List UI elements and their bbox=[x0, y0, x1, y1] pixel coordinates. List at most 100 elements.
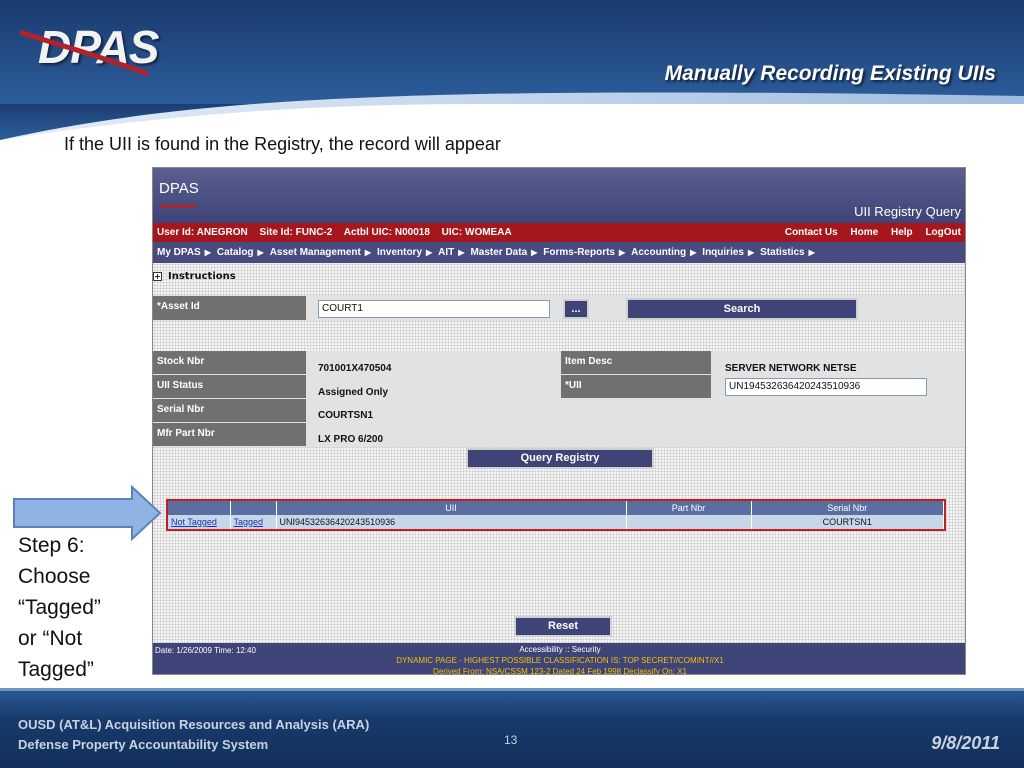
footer-org: OUSD (AT&L) Acquisition Resources and An… bbox=[18, 717, 370, 732]
dpas-logo: DPAS bbox=[18, 12, 159, 82]
col-header-part-nbr: Part Nbr bbox=[626, 501, 752, 515]
site-id: Site Id: FUNC-2 bbox=[259, 227, 333, 238]
menu-arrow-icon: ▶ bbox=[364, 248, 371, 257]
menu-arrow-icon: ▶ bbox=[618, 248, 626, 257]
menu-label: Statistics bbox=[760, 247, 805, 258]
step-line: Choose bbox=[18, 565, 91, 588]
step-line: “Tagged” bbox=[18, 596, 101, 619]
app-footer: Date: 1/26/2009 Time: 12:40 Accessibilit… bbox=[153, 643, 965, 675]
derived-from-text: Derived From: NSA/CSSM 123-2 Dated 24 Fe… bbox=[433, 667, 687, 675]
not-tagged-link[interactable]: Not Tagged bbox=[171, 517, 217, 527]
col-header-uii: UII bbox=[276, 501, 627, 515]
slide-header: DPAS Manually Recording Existing UIIs bbox=[0, 0, 1024, 140]
slide: DPAS Manually Recording Existing UIIs If… bbox=[0, 0, 1024, 768]
step-line: or “Not bbox=[18, 627, 83, 650]
results-table: UII Part Nbr Serial Nbr Not Tagged Tagge… bbox=[166, 499, 946, 531]
reset-button[interactable]: Reset bbox=[514, 616, 612, 637]
mfr-part-nbr-label: Mfr Part Nbr bbox=[153, 423, 306, 446]
menu-arrow-icon: ▶ bbox=[257, 248, 264, 257]
page-number: 13 bbox=[504, 733, 518, 747]
item-desc-value: SERVER NETWORK NETSE bbox=[725, 363, 857, 374]
app-content: + Instructions *Asset Id COURT1 ... Searc… bbox=[153, 263, 965, 643]
part-nbr-cell bbox=[626, 515, 752, 529]
instructions-label: Instructions bbox=[168, 271, 236, 282]
serial-nbr-cell: COURTSN1 bbox=[751, 515, 944, 529]
logo-swoosh-icon bbox=[19, 29, 149, 77]
uii-status-label: UII Status bbox=[153, 375, 306, 398]
menu-label: Inventory bbox=[377, 247, 423, 258]
not-tagged-cell: Not Tagged bbox=[168, 515, 231, 529]
menu-arrow-icon: ▶ bbox=[690, 248, 697, 257]
app-logo-swoosh-icon bbox=[159, 202, 197, 208]
item-desc-label: Item Desc bbox=[561, 351, 711, 374]
accessibility-security-links[interactable]: Accessibility :: Security bbox=[153, 645, 965, 654]
uii-cell: UNI94532636420243510936 bbox=[276, 515, 627, 529]
tagged-link[interactable]: Tagged bbox=[234, 517, 264, 527]
menu-inventory[interactable]: Inventory ▶ bbox=[377, 247, 432, 258]
step-line: Tagged” bbox=[18, 658, 94, 681]
col-header-serial-nbr: Serial Nbr bbox=[751, 501, 944, 515]
table-row: Not Tagged Tagged UNI9453263642024351093… bbox=[168, 515, 944, 529]
menu-forms-reports[interactable]: Forms-Reports ▶ bbox=[543, 247, 625, 258]
menu-label: AIT bbox=[438, 247, 455, 258]
step-line: Step 6: bbox=[18, 534, 85, 557]
menu-accounting[interactable]: Accounting ▶ bbox=[631, 247, 696, 258]
mfr-part-nbr-value: LX PRO 6/200 bbox=[318, 434, 384, 445]
serial-nbr-value: COURTSN1 bbox=[318, 410, 374, 421]
menu-arrow-icon: ▶ bbox=[531, 248, 538, 257]
asset-id-input[interactable]: COURT1 bbox=[318, 300, 550, 318]
menu-catalog[interactable]: Catalog ▶ bbox=[217, 247, 264, 258]
menu-master-data[interactable]: Master Data ▶ bbox=[470, 247, 537, 258]
user-bar: User Id: ANEGRON Site Id: FUNC-2 Actbl U… bbox=[153, 223, 965, 242]
contact-us-link[interactable]: Contact Us bbox=[785, 227, 838, 238]
slide-title: Manually Recording Existing UIIs bbox=[664, 62, 996, 85]
menu-arrow-icon: ▶ bbox=[204, 248, 211, 257]
menu-label: My DPAS bbox=[157, 247, 201, 258]
col-header-action2 bbox=[230, 501, 277, 515]
user-id: User Id: ANEGRON bbox=[157, 227, 248, 238]
classification-banner: DYNAMIC PAGE - HIGHEST POSSIBLE CLASSIFI… bbox=[396, 656, 724, 665]
uii-status-value: Assigned Only bbox=[318, 387, 389, 398]
menu-label: Forms-Reports bbox=[543, 247, 615, 258]
stock-nbr-label: Stock Nbr bbox=[153, 351, 306, 374]
expand-icon: + bbox=[153, 272, 162, 281]
footer-date: 9/8/2011 bbox=[931, 733, 1000, 753]
intro-text: If the UII is found in the Registry, the… bbox=[64, 134, 501, 154]
serial-nbr-label: Serial Nbr bbox=[153, 399, 306, 422]
main-menu: My DPAS ▶ Catalog ▶ Asset Management ▶ Inve… bbox=[153, 242, 965, 263]
app-logo: DPAS bbox=[159, 180, 199, 197]
uii-input[interactable]: UN194532636420243510936 bbox=[725, 378, 927, 396]
app-page-title: UII Registry Query bbox=[854, 204, 961, 219]
menu-arrow-icon: ▶ bbox=[808, 248, 815, 257]
menu-label: Inquiries bbox=[702, 247, 744, 258]
asset-id-label: *Asset Id bbox=[153, 296, 306, 320]
home-link[interactable]: Home bbox=[850, 227, 878, 238]
app-window: DPAS UII Registry Query User Id: ANEGRON… bbox=[152, 167, 966, 675]
actbl-uic: Actbl UIC: N00018 bbox=[343, 227, 430, 238]
query-registry-button[interactable]: Query Registry bbox=[466, 448, 654, 469]
search-button[interactable]: Search bbox=[626, 298, 858, 320]
menu-my-dpas[interactable]: My DPAS ▶ bbox=[157, 247, 211, 258]
footer-system: Defense Property Accountability System bbox=[18, 737, 269, 752]
footer-divider bbox=[0, 688, 1024, 691]
menu-label: Master Data bbox=[470, 247, 528, 258]
menu-label: Asset Management bbox=[269, 247, 361, 258]
menu-ait[interactable]: AIT ▶ bbox=[438, 247, 464, 258]
menu-inquiries[interactable]: Inquiries ▶ bbox=[702, 247, 754, 258]
step-instruction: Step 6: Choose “Tagged” or “Not Tagged” bbox=[18, 530, 101, 685]
menu-label: Catalog bbox=[216, 247, 254, 258]
app-header: DPAS UII Registry Query bbox=[153, 168, 965, 223]
uic: UIC: WOMEAA bbox=[441, 227, 512, 238]
menu-arrow-icon: ▶ bbox=[426, 248, 433, 257]
instructions-toggle[interactable]: + Instructions bbox=[153, 271, 236, 282]
lookup-button[interactable]: ... bbox=[563, 299, 589, 319]
menu-arrow-icon: ▶ bbox=[747, 248, 755, 257]
stock-nbr-value: 701001X470504 bbox=[318, 363, 392, 374]
menu-asset-management[interactable]: Asset Management ▶ bbox=[270, 247, 371, 258]
menu-statistics[interactable]: Statistics ▶ bbox=[760, 247, 815, 258]
menu-label: Accounting bbox=[631, 247, 687, 258]
logout-link[interactable]: LogOut bbox=[925, 227, 961, 238]
tagged-cell: Tagged bbox=[230, 515, 277, 529]
help-link[interactable]: Help bbox=[891, 227, 913, 238]
menu-arrow-icon: ▶ bbox=[458, 248, 465, 257]
